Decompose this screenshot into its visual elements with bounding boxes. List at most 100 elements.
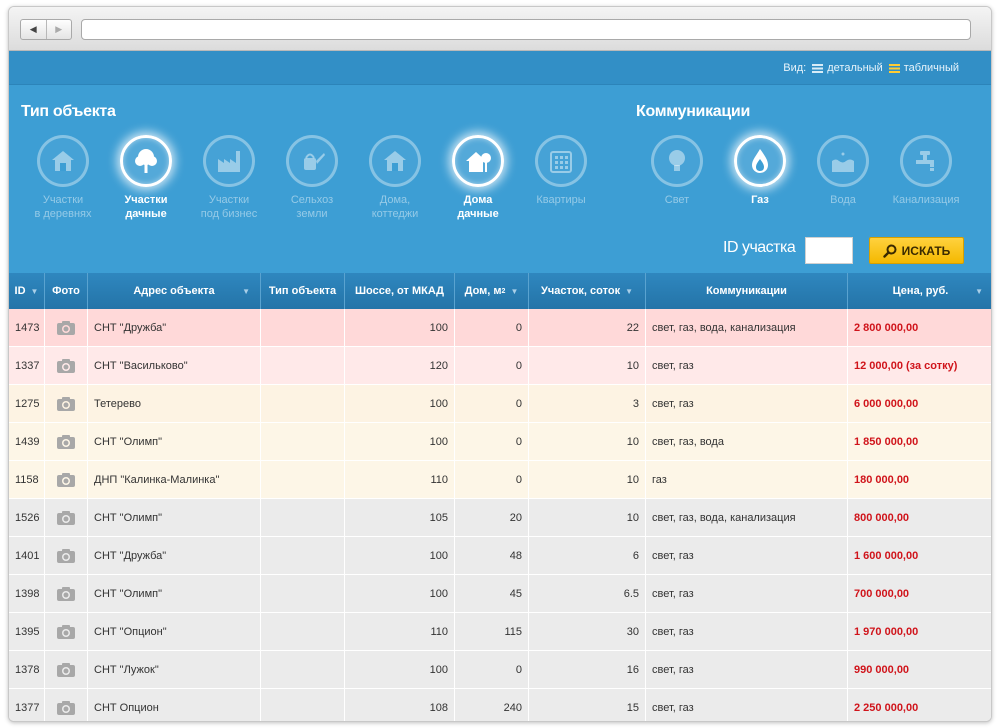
sort-arrow-icon: ▼ [242,286,250,296]
filter-house-toggle[interactable]: Дома, коттеджи [353,135,437,221]
cell-price: 800 000,00 [848,499,991,537]
filter-label: Участки в деревнях [34,194,92,220]
cell-comms: свет, газ [646,689,848,721]
cell-photo [45,423,88,461]
back-icon[interactable]: ◀ [21,20,46,39]
col-house[interactable]: Дом, м 2 ▼ [455,273,529,309]
cell-id: 1377 [9,689,45,721]
filter-house-tree-toggle[interactable]: Дома дачные [436,135,520,221]
filter-tree-toggle[interactable]: Участки дачные [104,135,188,221]
col-id[interactable]: ID ▼ [9,273,45,309]
col-price[interactable]: Цена, руб. ▼ [848,273,991,309]
cell-address: СНТ "Васильково" [88,347,261,385]
cell-photo [45,575,88,613]
cell-distance: 105 [345,499,455,537]
filter-bulb-toggle[interactable]: Свет [635,135,719,207]
cell-id: 1398 [9,575,45,613]
view-option-table[interactable]: табличный [888,62,959,74]
filter-water-toggle[interactable]: Вода [801,135,885,207]
table-row[interactable]: 1337 СНТ "Васильково" 120 0 10 свет, газ 12 00… [9,347,991,385]
camera-icon[interactable] [56,700,76,716]
filter-circle [817,135,869,187]
filter-label: Участки дачные [124,194,168,220]
list-icon [812,63,824,73]
cell-plot: 10 [529,461,646,499]
camera-icon[interactable] [56,624,76,640]
col-type: Тип объекта [261,273,345,309]
sort-arrow-icon: ▼ [625,286,633,296]
nav-buttons: ◀ ▶ [20,19,72,40]
view-option-detailed[interactable]: детальный [812,62,883,74]
table-row[interactable]: 1401 СНТ "Дружба" 100 48 6 свет, газ 1 600 000… [9,537,991,575]
cell-price: 990 000,00 [848,651,991,689]
search-button[interactable]: ИСКАТЬ [869,237,964,264]
address-bar[interactable] [81,19,971,40]
cell-comms: газ [646,461,848,499]
camera-icon[interactable] [56,586,76,602]
filter-flame-toggle[interactable]: Газ [718,135,802,207]
cell-type [261,499,345,537]
cell-comms: свет, газ [646,347,848,385]
id-input[interactable] [805,237,853,264]
camera-icon[interactable] [56,358,76,374]
col-comms: Коммуникации [646,273,848,309]
view-option-label: табличный [903,62,959,74]
cell-type [261,461,345,499]
cell-price: 1 970 000,00 [848,613,991,651]
filter-house-toggle[interactable]: Участки в деревнях [21,135,105,221]
cell-address: СНТ "Дружба" [88,537,261,575]
table-row[interactable]: 1395 СНТ "Опцион" 110 115 30 свет, газ 1 970 0… [9,613,991,651]
camera-icon[interactable] [56,434,76,450]
cell-photo [45,347,88,385]
house-tree-icon [466,152,491,172]
house-icon [384,151,406,171]
cell-comms: свет, газ [646,385,848,423]
cell-house: 0 [455,309,529,347]
cell-id: 1337 [9,347,45,385]
cell-plot: 6 [529,537,646,575]
cell-id: 1526 [9,499,45,537]
cell-plot: 10 [529,499,646,537]
table-row[interactable]: 1377 СНТ Опцион 108 240 15 свет, газ 2 250 000… [9,689,991,721]
cell-address: СНТ "Олимп" [88,423,261,461]
table-row[interactable]: 1439 СНТ "Олимп" 100 0 10 свет, газ, вода 1 85… [9,423,991,461]
cell-photo [45,385,88,423]
cell-comms: свет, газ [646,613,848,651]
forward-icon[interactable]: ▶ [45,20,72,39]
table-row[interactable]: 1398 СНТ "Олимп" 100 45 6.5 свет, газ 700 000,… [9,575,991,613]
table-row[interactable]: 1158 ДНП "Калинка-Малинка" 110 0 10 газ 180 00… [9,461,991,499]
table-row[interactable]: 1526 СНТ "Олимп" 105 20 10 свет, газ, вода, к… [9,499,991,537]
camera-icon[interactable] [56,548,76,564]
filter-label: Сельхоз земли [290,194,334,220]
table-row[interactable]: 1378 СНТ "Лужок" 100 0 16 свет, газ 990 000,00 [9,651,991,689]
cell-photo [45,689,88,721]
filter-label: Дома дачные [457,194,499,220]
col-photo: Фото [45,273,88,309]
filter-building-toggle[interactable]: Квартиры [519,135,603,207]
factory-icon [218,151,240,172]
cell-distance: 100 [345,575,455,613]
filter-circle [120,135,172,187]
cell-id: 1395 [9,613,45,651]
filter-factory-toggle[interactable]: Участки под бизнес [187,135,271,221]
building-icon [550,151,572,173]
col-plot[interactable]: Участок, соток ▼ [529,273,646,309]
table-row[interactable]: 1275 Тетерево 100 0 3 свет, газ 6 000 000,00 [9,385,991,423]
camera-icon[interactable] [56,396,76,412]
cell-id: 1401 [9,537,45,575]
cell-photo [45,461,88,499]
col-address[interactable]: Адрес объекта ▼ [88,273,261,309]
cell-comms: свет, газ [646,537,848,575]
camera-icon[interactable] [56,510,76,526]
cell-comms: свет, газ [646,575,848,613]
cell-plot: 30 [529,613,646,651]
comm-title: Коммуникации [636,103,751,120]
camera-icon[interactable] [56,662,76,678]
camera-icon[interactable] [56,320,76,336]
camera-icon[interactable] [56,472,76,488]
filter-watering-can-toggle[interactable]: Сельхоз земли [270,135,354,221]
cell-house: 115 [455,613,529,651]
cell-address: СНТ "Лужок" [88,651,261,689]
table-row[interactable]: 1473 СНТ "Дружба" 100 0 22 свет, газ, вода, к… [9,309,991,347]
filter-faucet-toggle[interactable]: Канализация [884,135,968,207]
